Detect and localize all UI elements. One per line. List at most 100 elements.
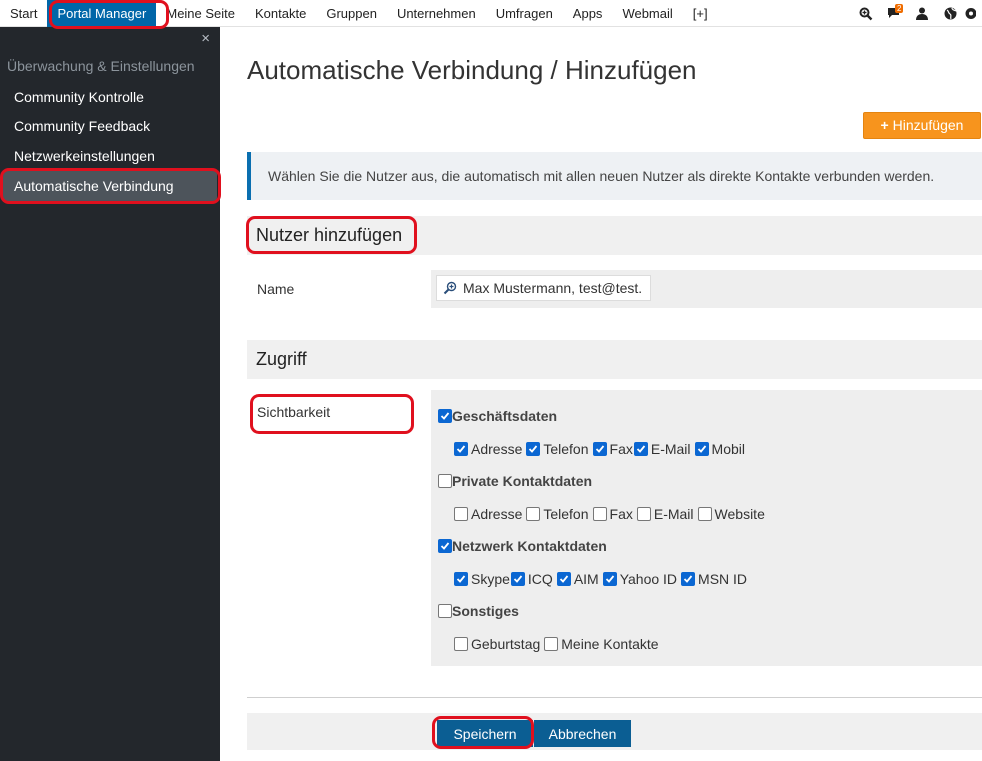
checkbox[interactable]	[556, 572, 571, 586]
checkbox[interactable]	[454, 572, 468, 586]
option-email[interactable]: E-Mail	[636, 506, 694, 522]
nav-icon-bar: 2	[852, 0, 982, 27]
checkbox[interactable]	[526, 442, 541, 456]
option-telefon[interactable]: Telefon	[526, 506, 589, 522]
sidebar-item-community-kontrolle[interactable]: Community Kontrolle	[0, 82, 220, 112]
option-mobil[interactable]: Mobil	[694, 441, 745, 457]
nav-kontakte[interactable]: Kontakte	[245, 0, 316, 27]
form-actions: Speichern Abbrechen	[247, 713, 982, 750]
group-sonstiges[interactable]: Sonstiges	[438, 603, 519, 619]
checkbox[interactable]	[454, 507, 468, 521]
nav-umfragen[interactable]: Umfragen	[486, 0, 563, 27]
option-label: E-Mail	[653, 506, 694, 522]
option-label: Telefon	[543, 506, 589, 522]
checkbox[interactable]	[510, 572, 525, 586]
option-label: Fax	[609, 441, 633, 457]
close-icon[interactable]: ×	[201, 30, 210, 47]
nav-start[interactable]: Start	[0, 0, 47, 27]
checkbox[interactable]	[697, 507, 712, 521]
option-geburtstag[interactable]: Geburtstag	[454, 636, 540, 652]
sidebar-section-title: Überwachung & Einstellungen	[7, 58, 195, 74]
save-button[interactable]: Speichern	[437, 720, 533, 747]
checkbox[interactable]	[636, 507, 651, 521]
option-icq[interactable]: ICQ	[510, 571, 553, 587]
checkbox[interactable]	[592, 507, 607, 521]
checkbox-sonstiges[interactable]	[438, 604, 452, 618]
globe-icon[interactable]	[936, 0, 964, 27]
sidebar-item-community-feedback[interactable]: Community Feedback	[0, 111, 220, 141]
nav-meine-seite[interactable]: Meine Seite	[156, 0, 245, 27]
section-users-header: Nutzer hinzufügen	[247, 216, 982, 255]
checkbox[interactable]	[592, 442, 607, 456]
user-icon[interactable]	[908, 0, 936, 27]
visibility-label: Sichtbarkeit	[257, 404, 331, 420]
section-access-header: Zugriff	[247, 340, 982, 379]
option-label: Skype	[471, 571, 510, 587]
option-label: Geburtstag	[471, 636, 541, 652]
nav-webmail[interactable]: Webmail	[612, 0, 682, 27]
add-button[interactable]: + Hinzufügen	[863, 112, 981, 139]
option-label: ICQ	[527, 571, 553, 587]
option-label: Adresse	[471, 441, 523, 457]
nav-portal-manager[interactable]: Portal Manager	[47, 0, 157, 27]
checkbox[interactable]	[633, 442, 648, 456]
checkbox[interactable]	[544, 637, 559, 651]
nav-apps[interactable]: Apps	[563, 0, 613, 27]
option-adresse[interactable]: Adresse	[454, 441, 522, 457]
option-label: MSN ID	[698, 571, 748, 587]
group-private-kontaktdaten[interactable]: Private Kontaktdaten	[438, 473, 592, 489]
option-label: AIM	[573, 571, 599, 587]
group-netzwerk-kontaktdaten[interactable]: Netzwerk Kontaktdaten	[438, 538, 607, 554]
option-label: Mobil	[711, 441, 745, 457]
sidebar-item-automatische-verbindung[interactable]: Automatische Verbindung	[3, 171, 217, 201]
checkbox-netzwerk-kontaktdaten[interactable]	[438, 539, 452, 553]
form-divider	[247, 697, 982, 698]
nav-more[interactable]: [+]	[683, 0, 718, 27]
options-sonstiges: Geburtstag Meine Kontakte	[454, 636, 663, 652]
options-netzwerk-kontaktdaten: Skype ICQ AIM Yahoo ID MSN ID	[454, 571, 751, 587]
option-website[interactable]: Website	[697, 506, 765, 522]
group-label: Sonstiges	[452, 603, 519, 619]
settings-icon[interactable]	[964, 0, 982, 27]
checkbox[interactable]	[694, 442, 709, 456]
option-msn-id[interactable]: MSN ID	[681, 571, 747, 587]
option-label: Fax	[609, 506, 633, 522]
nav-gruppen[interactable]: Gruppen	[316, 0, 387, 27]
search-icon[interactable]	[852, 0, 880, 27]
option-aim[interactable]: AIM	[556, 571, 599, 587]
page-title: Automatische Verbindung / Hinzufügen	[247, 55, 697, 85]
info-message: Wählen Sie die Nutzer aus, die automatis…	[247, 152, 982, 200]
top-navigation: Start Portal Manager Meine Seite Kontakt…	[0, 0, 982, 27]
option-label: Yahoo ID	[619, 571, 678, 587]
option-telefon[interactable]: Telefon	[526, 441, 589, 457]
group-geschaeftsdaten[interactable]: Geschäftsdaten	[438, 408, 557, 424]
option-fax[interactable]: Fax	[592, 506, 633, 522]
option-meine-kontakte[interactable]: Meine Kontakte	[544, 636, 659, 652]
option-yahoo-id[interactable]: Yahoo ID	[602, 571, 678, 587]
name-search-field[interactable]: Max Mustermann, test@test.	[436, 275, 651, 301]
option-fax[interactable]: Fax	[592, 441, 633, 457]
option-label: Telefon	[543, 441, 589, 457]
name-field-value: Max Mustermann, test@test.	[463, 280, 643, 296]
checkbox-geschaeftsdaten[interactable]	[438, 409, 452, 423]
chat-badge: 2	[895, 4, 904, 13]
group-label: Geschäftsdaten	[452, 408, 558, 424]
option-email[interactable]: E-Mail	[633, 441, 691, 457]
checkbox-private-kontaktdaten[interactable]	[438, 474, 452, 488]
sidebar-item-netzwerkeinstellungen[interactable]: Netzwerkeinstellungen	[0, 141, 220, 171]
chat-icon[interactable]: 2	[880, 0, 908, 27]
checkbox[interactable]	[526, 507, 541, 521]
nav-unternehmen[interactable]: Unternehmen	[387, 0, 486, 27]
options-geschaeftsdaten: Adresse Telefon Fax E-Mail Mobil	[454, 441, 749, 457]
checkbox[interactable]	[454, 442, 468, 456]
option-skype[interactable]: Skype	[454, 571, 510, 587]
option-label: E-Mail	[650, 441, 691, 457]
cancel-button[interactable]: Abbrechen	[534, 720, 631, 747]
options-private-kontaktdaten: Adresse Telefon Fax E-Mail Website	[454, 506, 769, 522]
checkbox[interactable]	[454, 637, 468, 651]
plus-icon: +	[880, 117, 889, 133]
option-adresse[interactable]: Adresse	[454, 506, 522, 522]
checkbox[interactable]	[602, 572, 617, 586]
checkbox[interactable]	[681, 572, 696, 586]
option-label: Website	[714, 506, 765, 522]
